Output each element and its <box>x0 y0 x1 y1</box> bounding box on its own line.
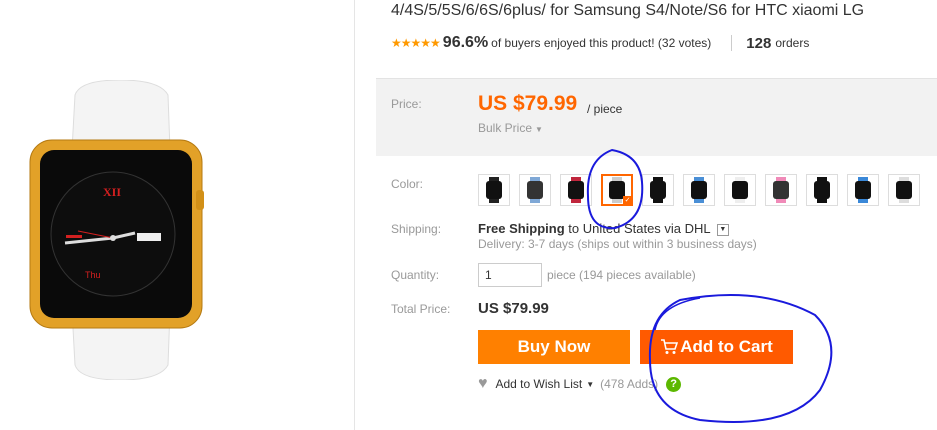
color-swatch[interactable] <box>478 174 510 206</box>
color-swatch[interactable] <box>888 174 920 206</box>
delivery-estimate: Delivery: 3-7 days (ships out within 3 b… <box>478 237 757 251</box>
rating-row: ★★★★★ 96.6% of buyers enjoyed this produ… <box>391 32 809 54</box>
watch-thumbnail-icon <box>855 177 871 203</box>
buy-now-button[interactable]: Buy Now <box>478 330 630 364</box>
price-label: Price: <box>391 97 422 111</box>
add-to-cart-label: Add to Cart <box>680 337 773 356</box>
watch-thumbnail-icon <box>732 177 748 203</box>
color-swatch[interactable] <box>683 174 715 206</box>
selected-check-icon: ✓ <box>623 196 632 205</box>
color-swatches: ✓ <box>478 174 929 206</box>
color-swatch[interactable] <box>560 174 592 206</box>
rating-percent: 96.6% <box>442 34 489 51</box>
color-label: Color: <box>391 177 424 191</box>
total-price-label: Total Price: <box>391 302 451 316</box>
wish-list-adds: (478 Adds) <box>600 377 659 391</box>
price-box <box>376 78 937 156</box>
watch-thumbnail-icon <box>896 177 912 203</box>
color-swatch[interactable] <box>806 174 838 206</box>
quantity-input[interactable] <box>478 263 542 287</box>
shipping-dropdown-icon[interactable]: ▼ <box>716 223 729 236</box>
orders-count: 128 <box>746 34 772 52</box>
color-swatch[interactable] <box>642 174 674 206</box>
wish-list-row: ♥ Add to Wish List ▼ (478 Adds) ? <box>478 375 682 393</box>
chevron-down-icon: ▼ <box>535 125 543 134</box>
orders-label: orders <box>775 36 810 50</box>
color-swatch[interactable] <box>724 174 756 206</box>
add-to-cart-button[interactable]: Add to Cart <box>640 330 793 364</box>
add-to-wish-list-link[interactable]: Add to Wish List <box>496 377 583 391</box>
shipping-destination[interactable]: to United States via DHL <box>568 221 710 236</box>
quantity-label: Quantity: <box>391 268 440 282</box>
bulk-price-label: Bulk Price <box>478 121 533 135</box>
shipping-label: Shipping: <box>391 222 442 236</box>
divider <box>731 35 733 51</box>
help-icon[interactable]: ? <box>666 376 682 392</box>
cart-icon <box>661 339 679 354</box>
rating-text[interactable]: of buyers enjoyed this product! (32 vote… <box>491 36 711 50</box>
total-price-value: US $79.99 <box>478 300 549 317</box>
quantity-available: piece (194 pieces available) <box>547 268 696 282</box>
color-swatch[interactable] <box>519 174 551 206</box>
color-swatch[interactable] <box>765 174 797 206</box>
smartwatch-image: XII Thu <box>29 80 204 380</box>
shipping-info: Free Shipping to United States via DHL ▼ <box>478 221 729 236</box>
product-image[interactable]: XII Thu <box>0 0 355 430</box>
watch-thumbnail-icon <box>568 177 584 203</box>
watch-thumbnail-icon <box>486 177 502 203</box>
product-title: 4/4S/5/5S/6/6S/6plus/ for Samsung S4/Not… <box>391 2 865 19</box>
watch-thumbnail-icon <box>650 177 666 203</box>
svg-text:Thu: Thu <box>85 270 101 280</box>
free-shipping-text: Free Shipping <box>478 221 565 236</box>
watch-thumbnail-icon <box>773 177 789 203</box>
star-rating-icon: ★★★★★ <box>391 36 441 50</box>
price-unit: / piece <box>587 102 623 116</box>
price-value: US $79.99 <box>478 92 578 115</box>
chevron-down-icon[interactable]: ▼ <box>586 380 594 389</box>
watch-thumbnail-icon <box>527 177 543 203</box>
color-swatch[interactable] <box>847 174 879 206</box>
watch-thumbnail-icon <box>814 177 830 203</box>
watch-thumbnail-icon <box>691 177 707 203</box>
svg-text:XII: XII <box>103 185 121 199</box>
heart-icon[interactable]: ♥ <box>478 375 488 393</box>
color-swatch[interactable]: ✓ <box>601 174 633 206</box>
bulk-price-toggle[interactable]: Bulk Price ▼ <box>478 121 543 135</box>
